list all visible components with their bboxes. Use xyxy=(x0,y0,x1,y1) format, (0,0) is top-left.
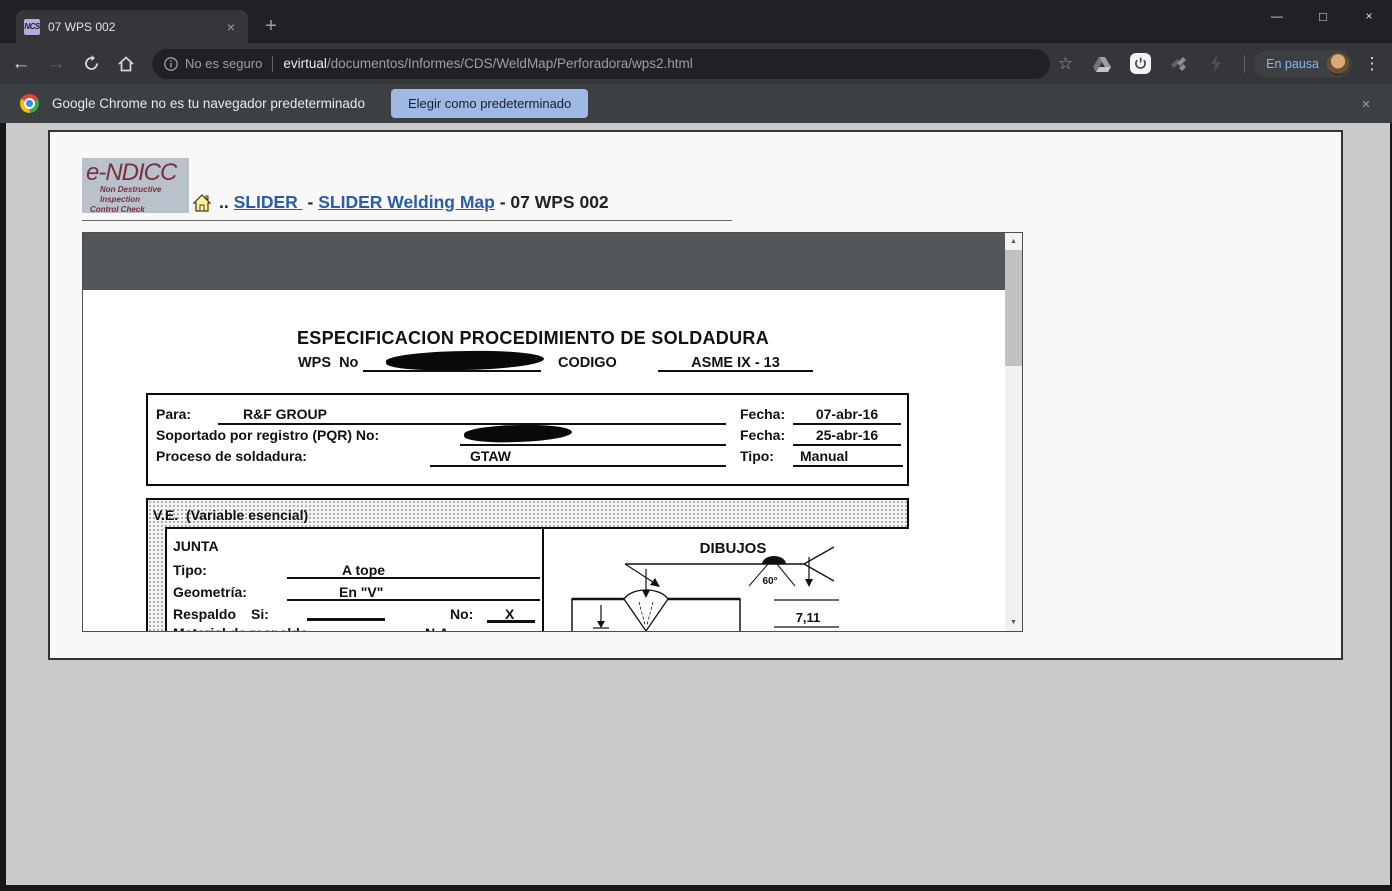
proceso-label: Proceso de soldadura: xyxy=(156,448,307,464)
url-text[interactable]: evirtual/documentos/Informes/CDS/WeldMap… xyxy=(283,56,692,71)
breadcrumb-dots: .. xyxy=(219,192,229,213)
wps-no-label: WPS No xyxy=(298,355,358,371)
security-label[interactable]: No es seguro xyxy=(185,56,262,71)
breadcrumb-current: 07 WPS 002 xyxy=(510,192,608,213)
junta-tipo-label: Tipo: xyxy=(173,562,207,578)
junta-tipo-line xyxy=(287,561,540,579)
breadcrumb-sep: - xyxy=(303,192,319,213)
home-link-icon[interactable] xyxy=(193,194,211,212)
weld-joint-drawing: DIBUJOS 60° xyxy=(544,529,911,631)
breadcrumb-rule xyxy=(82,220,732,221)
url-host: evirtual xyxy=(283,56,327,71)
material-label: Material de respaldo: xyxy=(173,625,313,631)
para-label: Para: xyxy=(156,406,191,422)
minimize-button[interactable]: — xyxy=(1254,0,1300,32)
para-line xyxy=(218,407,726,425)
power-extension-icon[interactable] xyxy=(1128,52,1152,76)
fecha2-label: Fecha: xyxy=(740,427,785,443)
tipo-label: Tipo: xyxy=(740,448,774,464)
scroll-up-icon[interactable]: ▲ xyxy=(1005,233,1022,250)
infobar-close-icon[interactable]: × xyxy=(1354,92,1378,116)
toolbar: ← → No es seguro evirtual/documentos/Inf… xyxy=(0,43,1392,84)
respaldo-label: Respaldo xyxy=(173,606,236,622)
junta-title: JUNTA xyxy=(173,538,219,554)
document-title: ESPECIFICACION PROCEDIMIENTO DE SOLDADUR… xyxy=(143,328,923,349)
fecha1-label: Fecha: xyxy=(740,406,785,422)
logo-subtitle-1: Non Destructive Inspection xyxy=(86,185,185,205)
toolbar-right: ☆ En pausa ⋮ xyxy=(1058,50,1392,78)
ve-header: V.E. (Variable esencial) xyxy=(153,507,308,523)
forward-icon[interactable]: → xyxy=(42,50,70,78)
dibujos-title: DIBUJOS xyxy=(700,540,767,557)
info-icon[interactable] xyxy=(164,57,178,71)
logo-subtitle-2: Control Check xyxy=(86,205,185,213)
respaldo-si-line xyxy=(307,603,385,621)
ve-inner-box: JUNTA Tipo: A tope Geometría: En "V" Res… xyxy=(165,527,909,631)
breadcrumb-link-welding-map[interactable]: SLIDER Welding Map xyxy=(318,192,495,213)
lightning-extension-icon[interactable] xyxy=(1204,52,1228,76)
breadcrumb-link-slider[interactable]: SLIDER xyxy=(234,192,303,213)
content-panel: e-NDICC Non Destructive Inspection Contr… xyxy=(48,130,1343,660)
default-browser-infobar: Google Chrome no es tu navegador predete… xyxy=(0,84,1392,123)
geometria-label: Geometría: xyxy=(173,584,247,600)
respaldo-no-line xyxy=(487,605,535,623)
ve-box: V.E. (Variable esencial) JUNTA Tipo: A t… xyxy=(146,498,909,631)
new-tab-button[interactable]: + xyxy=(258,13,284,39)
respaldo-si-label: Si: xyxy=(251,606,269,622)
avatar xyxy=(1327,53,1349,75)
geometria-line xyxy=(287,583,540,601)
browser-window: NCS 07 WPS 002 × + — □ × ← → No es segur… xyxy=(0,0,1392,891)
chrome-logo-icon xyxy=(20,94,39,113)
scroll-down-icon[interactable]: ▼ xyxy=(1005,614,1022,631)
omnibox-divider xyxy=(272,56,273,72)
groove-angle-label: 60° xyxy=(762,576,777,587)
breadcrumb: .. SLIDER - SLIDER Welding Map - 07 WPS … xyxy=(193,192,609,213)
codigo-line xyxy=(658,354,813,372)
page-background: e-NDICC Non Destructive Inspection Contr… xyxy=(0,123,1392,891)
tab-title: 07 WPS 002 xyxy=(48,20,222,34)
material-value: N.A xyxy=(425,625,449,631)
proceso-line xyxy=(430,449,726,467)
document-frame: ESPECIFICACION PROCEDIMIENTO DE SOLDADUR… xyxy=(82,232,1023,632)
window-controls: — □ × xyxy=(1254,0,1392,32)
codigo-label: CODIGO xyxy=(558,355,617,371)
back-icon[interactable]: ← xyxy=(7,50,35,78)
logo-title: e-NDICC xyxy=(86,160,185,185)
tab-close-icon[interactable]: × xyxy=(222,18,240,36)
maximize-button[interactable]: □ xyxy=(1300,0,1346,32)
reload-icon[interactable] xyxy=(77,50,105,78)
bookmark-star-icon[interactable]: ☆ xyxy=(1058,54,1073,74)
tipo-line xyxy=(793,449,903,467)
fecha2-line xyxy=(793,428,901,446)
set-default-button[interactable]: Elegir como predeterminado xyxy=(391,89,588,118)
document-header-band xyxy=(83,233,1005,290)
close-window-button[interactable]: × xyxy=(1346,0,1392,32)
breadcrumb-sep2: - xyxy=(495,192,511,213)
toolbar-divider xyxy=(1244,55,1245,73)
fecha1-line xyxy=(793,407,901,425)
infobar-message: Google Chrome no es tu navegador predete… xyxy=(52,96,365,111)
document-scrollbar[interactable]: ▲ ▼ xyxy=(1005,233,1022,631)
respaldo-no-label: No: xyxy=(450,606,473,622)
scrollbar-thumb[interactable] xyxy=(1005,250,1022,366)
tab-favicon-icon: NCS xyxy=(24,19,40,35)
sync-paused-label: En pausa xyxy=(1266,57,1319,71)
menu-kebab-icon[interactable]: ⋮ xyxy=(1358,54,1386,74)
home-icon[interactable] xyxy=(112,50,140,78)
address-bar[interactable]: No es seguro evirtual/documentos/Informe… xyxy=(152,49,1050,79)
browser-tab[interactable]: NCS 07 WPS 002 × xyxy=(16,10,248,43)
thickness-dimension-label: 7,11 xyxy=(796,610,821,625)
drive-extension-icon[interactable] xyxy=(1090,52,1114,76)
pqr-label: Soportado por registro (PQR) No: xyxy=(156,427,379,443)
profile-chip[interactable]: En pausa xyxy=(1254,50,1352,78)
tag-extension-icon[interactable] xyxy=(1166,52,1190,76)
wps-document: ESPECIFICACION PROCEDIMIENTO DE SOLDADUR… xyxy=(83,233,1005,631)
url-path: /documentos/Informes/CDS/WeldMap/Perfora… xyxy=(327,56,693,71)
endicc-logo: e-NDICC Non Destructive Inspection Contr… xyxy=(82,158,189,213)
info-box: Para: R&F GROUP Fecha: 07-abr-16 Soporta… xyxy=(146,393,909,486)
titlebar: NCS 07 WPS 002 × + — □ × xyxy=(0,0,1392,43)
